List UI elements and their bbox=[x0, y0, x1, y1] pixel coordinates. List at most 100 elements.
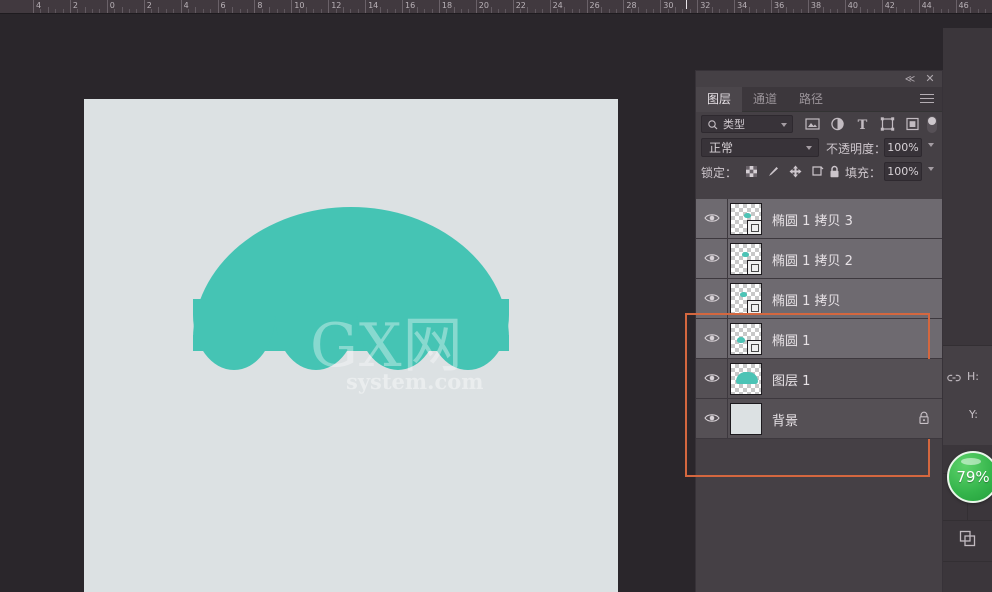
layer-visibility-cell[interactable] bbox=[696, 199, 728, 238]
ruler-tick-minor bbox=[85, 7, 86, 14]
ruler-tick-label: 14 bbox=[368, 1, 378, 10]
layer-thumbnail[interactable] bbox=[730, 243, 762, 275]
layer-name[interactable]: 椭圆 1 拷贝 3 bbox=[772, 210, 853, 229]
opacity-value: 100% bbox=[885, 139, 921, 156]
layer-name[interactable]: 图层 1 bbox=[772, 370, 810, 389]
ruler-tick-minor bbox=[786, 7, 787, 14]
divider bbox=[943, 561, 992, 562]
layer-thumbnail[interactable] bbox=[730, 323, 762, 355]
layer-thumbnail[interactable] bbox=[730, 363, 762, 395]
table-row[interactable]: 图层 1 bbox=[696, 359, 942, 399]
tab-paths[interactable]: 路径 bbox=[788, 87, 834, 112]
tab-paths-label: 路径 bbox=[799, 92, 823, 106]
zoom-level-badge[interactable]: 79% bbox=[947, 451, 992, 503]
table-row[interactable]: 椭圆 1 拷贝 bbox=[696, 279, 942, 319]
properties-panel-sliver[interactable]: H: Y: bbox=[943, 345, 992, 445]
eye-icon[interactable] bbox=[704, 332, 720, 344]
ruler-tick-major bbox=[697, 0, 698, 14]
horizontal-ruler[interactable]: 4202468101214161820222426283032343638404… bbox=[0, 0, 992, 14]
lock-icon bbox=[918, 411, 930, 425]
link-icon[interactable] bbox=[946, 372, 962, 384]
layer-thumbnail[interactable] bbox=[730, 283, 762, 315]
layer-visibility-cell[interactable] bbox=[696, 319, 728, 358]
duplicate-layer-icon[interactable] bbox=[959, 530, 976, 547]
eye-icon[interactable] bbox=[704, 252, 720, 264]
opacity-chevron-down-icon[interactable] bbox=[928, 143, 934, 147]
workspace-area: GX网 system.com ≪ ✕ 图层 通道 路径 bbox=[0, 14, 992, 592]
layer-name[interactable]: 背景 bbox=[772, 410, 798, 429]
smartobject-filter-icon[interactable] bbox=[904, 116, 921, 132]
ruler-tick-major bbox=[70, 0, 71, 14]
layer-visibility-cell[interactable] bbox=[696, 399, 728, 438]
blend-mode-row: 正常 不透明度： 100% bbox=[696, 136, 942, 160]
chevron-down-icon[interactable] bbox=[781, 123, 787, 127]
fill-chevron-down-icon[interactable] bbox=[928, 167, 934, 171]
image-filter-icon[interactable] bbox=[804, 116, 821, 132]
table-row[interactable]: 椭圆 1 bbox=[696, 319, 942, 359]
y-position-label: Y: bbox=[969, 408, 978, 421]
ruler-tick-major bbox=[476, 0, 477, 14]
shape-filter-icon[interactable] bbox=[879, 116, 896, 132]
lock-label: 锁定： bbox=[701, 164, 737, 181]
hamburger-icon[interactable] bbox=[920, 94, 934, 105]
layer-visibility-cell[interactable] bbox=[696, 239, 728, 278]
eye-icon[interactable] bbox=[704, 372, 720, 384]
lock-transparent-icon[interactable] bbox=[744, 164, 759, 179]
tab-layers[interactable]: 图层 bbox=[696, 87, 742, 112]
filter-kind-select[interactable]: 类型 bbox=[701, 115, 793, 133]
ruler-tick-minor bbox=[48, 7, 49, 14]
table-row[interactable]: 背景 bbox=[696, 399, 942, 439]
document-canvas[interactable]: GX网 system.com bbox=[84, 99, 618, 592]
ruler-tick-minor bbox=[970, 7, 971, 14]
ruler-tick-major bbox=[882, 0, 883, 14]
ruler-tick-major bbox=[513, 0, 514, 14]
layer-thumbnail[interactable] bbox=[730, 203, 762, 235]
layer-name[interactable]: 椭圆 1 拷贝 bbox=[772, 290, 841, 309]
fill-value: 100% bbox=[885, 163, 921, 180]
tab-channels[interactable]: 通道 bbox=[742, 87, 788, 112]
layers-panel[interactable]: ≪ ✕ 图层 通道 路径 类型 bbox=[695, 70, 943, 592]
lock-artboard-icon[interactable] bbox=[810, 164, 825, 179]
search-icon bbox=[707, 119, 719, 131]
table-row[interactable]: 椭圆 1 拷贝 3 bbox=[696, 199, 942, 239]
layer-visibility-cell[interactable] bbox=[696, 279, 728, 318]
lock-all-icon[interactable] bbox=[827, 164, 842, 179]
eye-icon[interactable] bbox=[704, 212, 720, 224]
filter-enable-toggle[interactable] bbox=[927, 116, 937, 133]
ruler-tick-major bbox=[660, 0, 661, 14]
ruler-tick-minor bbox=[122, 7, 123, 14]
ruler-tick-minor bbox=[675, 7, 676, 14]
blend-mode-select[interactable]: 正常 bbox=[701, 138, 819, 157]
eye-icon[interactable] bbox=[704, 292, 720, 304]
vector-mask-badge bbox=[747, 220, 762, 235]
lock-position-icon[interactable] bbox=[788, 164, 803, 179]
ruler-tick-minor bbox=[823, 7, 824, 14]
ruler-tick-label: 36 bbox=[774, 1, 784, 10]
panel-titlebar[interactable]: ≪ ✕ bbox=[696, 71, 942, 87]
adjustment-filter-icon[interactable] bbox=[829, 116, 846, 132]
lock-image-icon[interactable] bbox=[766, 164, 781, 179]
ruler-tick-major bbox=[365, 0, 366, 14]
layer-list[interactable]: 椭圆 1 拷贝 3 椭圆 1 拷贝 2 bbox=[696, 199, 942, 439]
eye-icon[interactable] bbox=[704, 412, 720, 424]
table-row[interactable]: 椭圆 1 拷贝 2 bbox=[696, 239, 942, 279]
ruler-tick-minor bbox=[601, 7, 602, 14]
ruler-tick-major bbox=[291, 0, 292, 14]
layer-name[interactable]: 椭圆 1 bbox=[772, 330, 810, 349]
opacity-input[interactable]: 100% bbox=[884, 138, 922, 157]
ruler-tick-minor bbox=[896, 7, 897, 14]
ruler-tick-major bbox=[439, 0, 440, 14]
chevron-down-icon[interactable] bbox=[806, 146, 812, 150]
ruler-tick-major bbox=[181, 0, 182, 14]
layer-name[interactable]: 椭圆 1 拷贝 2 bbox=[772, 250, 853, 269]
layer-visibility-cell[interactable] bbox=[696, 359, 728, 398]
ruler-tick-minor bbox=[933, 7, 934, 14]
fill-input[interactable]: 100% bbox=[884, 162, 922, 181]
close-icon[interactable]: ✕ bbox=[924, 73, 936, 85]
collapse-icon[interactable]: ≪ bbox=[904, 74, 916, 85]
layer-thumbnail[interactable] bbox=[730, 403, 762, 435]
ruler-tick-major bbox=[587, 0, 588, 14]
type-filter-icon[interactable]: T bbox=[854, 116, 871, 132]
right-dock-strip[interactable]: H: Y: bbox=[943, 28, 992, 592]
filter-kind-label: 类型 bbox=[723, 118, 745, 132]
